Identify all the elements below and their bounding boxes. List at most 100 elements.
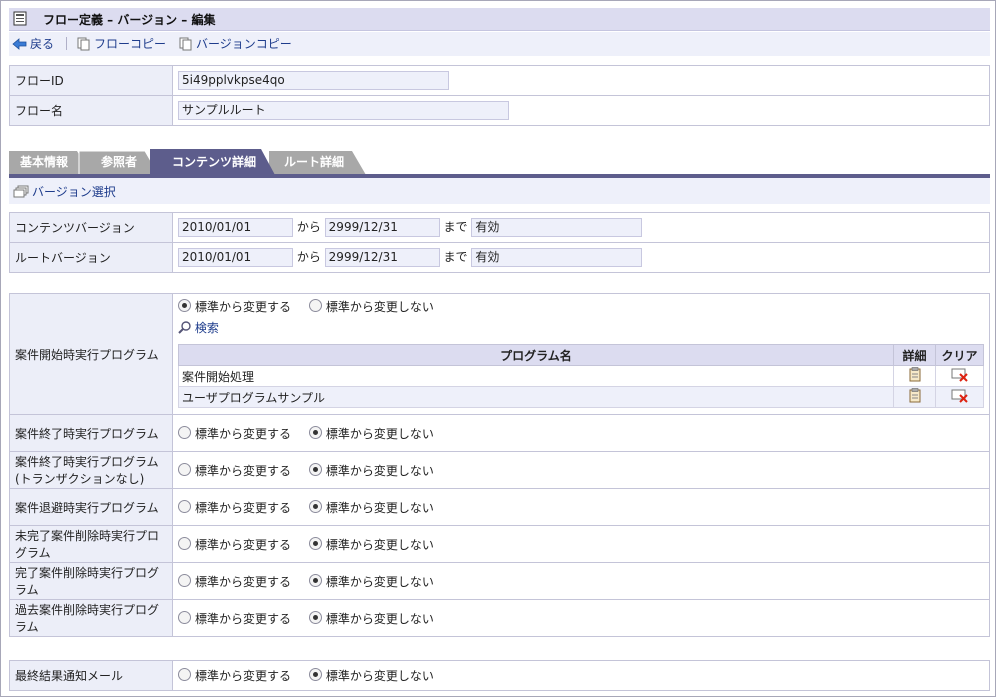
nochange-option[interactable]: 標準から変更しない xyxy=(308,536,434,553)
change-option[interactable]: 標準から変更する xyxy=(178,573,291,590)
radio-unselected[interactable] xyxy=(178,425,191,439)
program-row: 案件開始処理 xyxy=(178,365,984,387)
clear-cell xyxy=(935,365,984,387)
route-version-label: ルートバージョン xyxy=(9,242,173,273)
program-name: 案件開始処理 xyxy=(178,365,894,387)
nochange-option[interactable]: 標準から変更しない xyxy=(308,667,434,684)
clear-icon[interactable] xyxy=(951,368,968,382)
back-arrow-icon xyxy=(12,37,27,50)
flow-name-field[interactable]: サンプルルート xyxy=(178,101,509,120)
program-setting-cell: 標準から変更する 標準から変更しない xyxy=(172,488,990,526)
radio-unselected[interactable] xyxy=(178,536,191,550)
change-option[interactable]: 標準から変更する xyxy=(178,667,291,684)
clipboard-icon[interactable] xyxy=(909,367,921,382)
radio-selected[interactable] xyxy=(308,610,322,624)
toolbar: 戻る フローコピー バージョンコピー xyxy=(9,32,990,56)
tab-content-detail[interactable]: コンテンツ詳細 xyxy=(159,149,269,175)
radio-unselected[interactable] xyxy=(178,668,191,681)
version-select-button[interactable]: バージョン選択 xyxy=(13,183,116,200)
tab-route-detail[interactable]: ルート詳細 xyxy=(271,149,357,175)
tab-shapes xyxy=(9,149,366,175)
window: フロー定義 – バージョン – 編集 戻る フローコピー バージョンコピー フロ… xyxy=(0,0,996,697)
content-version-end[interactable]: 2999/12/31 xyxy=(324,218,440,237)
program-setting-label: 案件終了時実行プログラム xyxy=(9,414,173,452)
change-option[interactable]: 標準から変更する xyxy=(178,462,291,479)
route-version-start[interactable]: 2010/01/01 xyxy=(178,248,293,267)
program-setting-cell: 標準から変更する 標準から変更しない xyxy=(172,451,990,489)
program-setting-label: 案件終了時実行プログラム(トランザクションなし) xyxy=(9,451,173,489)
radio-unselected[interactable] xyxy=(178,610,191,624)
radio-selected[interactable] xyxy=(308,536,322,550)
start-program-label: 案件開始時実行プログラム xyxy=(9,293,173,415)
content-version-row: コンテンツバージョン 2010/01/01 から 2999/12/31 まで 有… xyxy=(9,212,990,243)
nochange-option[interactable]: 標準から変更しない xyxy=(308,573,434,590)
program-setting-row: 未完了案件削除時実行プログラム 標準から変更する 標準から変更しない xyxy=(9,525,990,563)
radio-selected[interactable] xyxy=(308,668,322,681)
clear-header: クリア xyxy=(935,344,984,366)
radio-selected[interactable] xyxy=(308,462,322,476)
search-icon xyxy=(178,321,191,334)
mail-label: 最終結果通知メール xyxy=(9,660,173,691)
flow-id-field[interactable]: 5i49pplvkpse4qo xyxy=(178,71,449,90)
copy-icon xyxy=(77,37,90,50)
program-setting-label: 完了案件削除時実行プログラム xyxy=(9,562,173,600)
nochange-option[interactable]: 標準から変更しない xyxy=(308,425,434,442)
content-version-cell: 2010/01/01 から 2999/12/31 まで 有効 xyxy=(172,212,990,243)
content-version-start[interactable]: 2010/01/01 xyxy=(178,218,293,237)
mail-row: 最終結果通知メール 標準から変更する 標準から変更しない xyxy=(9,660,990,691)
nochange-option[interactable]: 標準から変更しない xyxy=(308,610,434,627)
radio-label: 標準から変更する xyxy=(195,300,292,314)
change-option[interactable]: 標準から変更する xyxy=(178,610,291,627)
radio-selected[interactable] xyxy=(178,299,191,312)
program-name: ユーザプログラムサンプル xyxy=(178,386,894,408)
radio-unselected[interactable] xyxy=(308,299,322,312)
start-program-cell: 標準から変更する 標準から変更しない 検索 プログラム名 詳細 クリア 案件開始… xyxy=(172,293,990,415)
radio-selected[interactable] xyxy=(308,573,322,587)
radio-label: 標準から変更しない xyxy=(325,537,434,552)
clear-icon[interactable] xyxy=(951,389,968,403)
route-version-end[interactable]: 2999/12/31 xyxy=(324,248,440,267)
flow-name-label: フロー名 xyxy=(9,95,173,126)
radio-selected[interactable] xyxy=(308,499,322,513)
radio-unselected[interactable] xyxy=(178,462,191,476)
program-setting-cell: 標準から変更する 標準から変更しない xyxy=(172,414,990,452)
flow-name-row: フロー名 サンプルルート xyxy=(9,95,990,126)
radio-unselected[interactable] xyxy=(178,499,191,513)
tab-referrers[interactable]: 参照者 xyxy=(87,149,151,175)
clear-cell xyxy=(935,386,984,408)
back-button[interactable]: 戻る xyxy=(12,35,54,52)
route-version-row: ルートバージョン 2010/01/01 から 2999/12/31 まで 有効 xyxy=(9,242,990,273)
start-program-change-option[interactable]: 標準から変更する xyxy=(178,298,291,315)
nochange-option[interactable]: 標準から変更しない xyxy=(308,499,434,516)
change-option[interactable]: 標準から変更する xyxy=(178,499,291,516)
program-setting-cell: 標準から変更する 標準から変更しない xyxy=(172,562,990,600)
search-link[interactable]: 検索 xyxy=(178,319,984,336)
tab-basic-info[interactable]: 基本情報 xyxy=(9,149,79,175)
start-program-nochange-option[interactable]: 標準から変更しない xyxy=(308,298,434,315)
radio-label: 標準から変更する xyxy=(195,611,292,626)
flow-copy-label: フローコピー xyxy=(94,37,167,51)
search-label: 検索 xyxy=(194,321,219,335)
tab-bar: 基本情報 参照者 コンテンツ詳細 ルート詳細 xyxy=(9,149,990,175)
from-word: から xyxy=(296,220,321,234)
radio-unselected[interactable] xyxy=(178,573,191,587)
nochange-option[interactable]: 標準から変更しない xyxy=(308,462,434,479)
radio-label: 標準から変更する xyxy=(195,463,292,478)
until-word: まで xyxy=(443,250,468,264)
program-setting-label: 案件退避時実行プログラム xyxy=(9,488,173,526)
flow-copy-button[interactable]: フローコピー xyxy=(77,35,166,52)
versions-table: コンテンツバージョン 2010/01/01 から 2999/12/31 まで 有… xyxy=(9,212,990,273)
start-program-row: 案件開始時実行プログラム 標準から変更する 標準から変更しない 検索 プログラム… xyxy=(9,293,990,415)
change-option[interactable]: 標準から変更する xyxy=(178,425,291,442)
page-title: フロー定義 – バージョン – 編集 xyxy=(43,13,216,27)
clipboard-icon[interactable] xyxy=(909,388,921,403)
version-copy-button[interactable]: バージョンコピー xyxy=(179,35,292,52)
radio-selected[interactable] xyxy=(308,425,322,439)
detail-cell xyxy=(893,365,936,387)
program-setting-row: 過去案件削除時実行プログラム 標準から変更する 標準から変更しない xyxy=(9,599,990,637)
mail-table: 最終結果通知メール 標準から変更する 標準から変更しない xyxy=(9,660,990,691)
program-list-table: プログラム名 詳細 クリア 案件開始処理 ユーザプログラムサンプル xyxy=(178,344,984,408)
change-option[interactable]: 標準から変更する xyxy=(178,536,291,553)
detail-header: 詳細 xyxy=(893,344,936,366)
radio-label: 標準から変更する xyxy=(195,426,292,441)
